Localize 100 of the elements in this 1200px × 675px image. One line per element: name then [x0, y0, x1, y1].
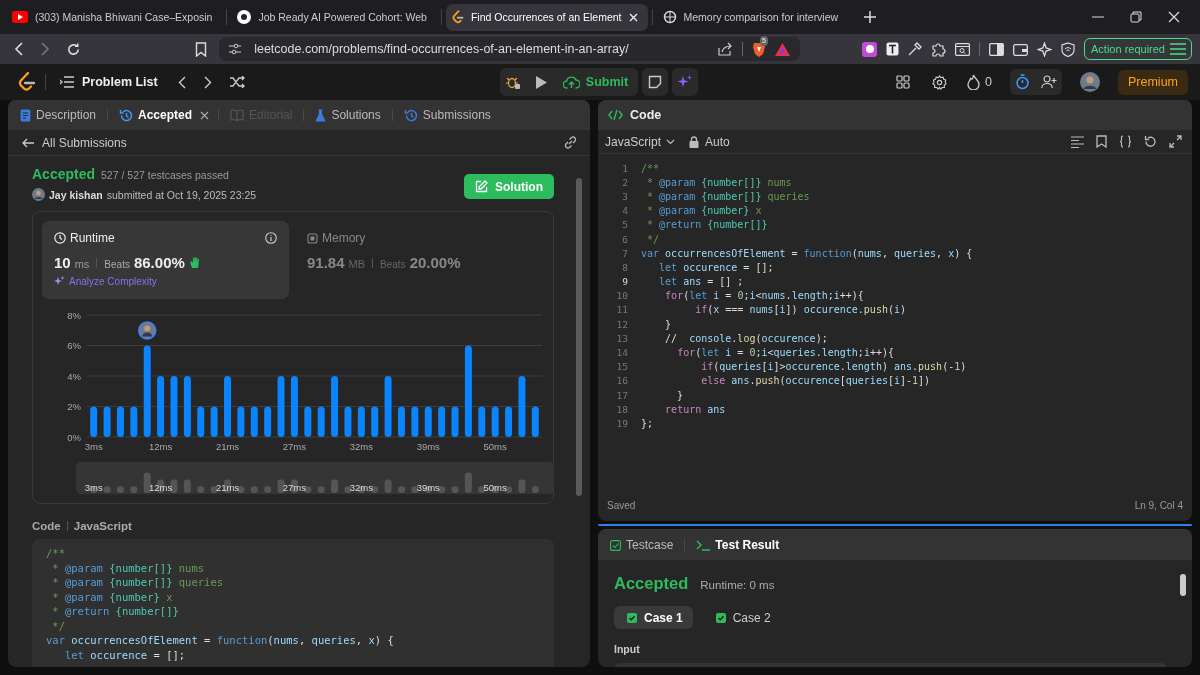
metric-value: 91.84 — [307, 254, 345, 271]
settings-icon[interactable] — [932, 74, 948, 90]
code-line: /** — [641, 162, 660, 174]
browser-tab[interactable]: Job Ready AI Powered Cohort: Web — [231, 3, 437, 31]
case-tab[interactable]: Case 1 — [614, 606, 693, 629]
panel-tab[interactable]: Submissions — [401, 108, 493, 122]
bar[interactable] — [103, 406, 111, 437]
bar[interactable] — [357, 406, 365, 437]
bar[interactable] — [478, 406, 486, 437]
problem-list-button[interactable]: Problem List — [60, 75, 158, 89]
bar[interactable] — [277, 376, 285, 437]
bar[interactable] — [290, 376, 298, 437]
bookmark-icon[interactable] — [1096, 135, 1107, 148]
bar[interactable] — [250, 406, 258, 437]
panel-tab[interactable]: Description — [18, 108, 99, 122]
bar[interactable] — [210, 406, 218, 437]
bookmark-icon[interactable] — [195, 41, 208, 57]
expand-icon[interactable] — [1169, 135, 1182, 148]
code-line: if(x === nums[i]) occurence.push(i) — [694, 304, 907, 316]
case-tab[interactable]: Case 2 — [702, 606, 781, 629]
panel-tab[interactable]: Solutions — [313, 108, 383, 122]
format-icon[interactable] — [1071, 135, 1084, 148]
avatar[interactable] — [1080, 72, 1100, 92]
eyedropper-icon[interactable] — [908, 42, 922, 56]
bar[interactable] — [264, 406, 272, 437]
bar[interactable] — [518, 376, 526, 437]
bar[interactable] — [424, 406, 432, 437]
bar[interactable] — [344, 406, 352, 437]
bar[interactable] — [331, 376, 339, 437]
browser-tab[interactable]: Find Occurrences of an Element — [445, 3, 648, 31]
action-required-button[interactable]: Action required — [1084, 38, 1192, 60]
bar[interactable] — [197, 406, 205, 437]
panel-title: Code — [630, 108, 662, 122]
extension-icon[interactable] — [862, 41, 877, 57]
forward-icon[interactable] — [40, 42, 50, 56]
braces-icon[interactable] — [1119, 135, 1132, 148]
bar[interactable] — [371, 406, 379, 437]
window-search-icon[interactable] — [955, 42, 970, 56]
close-icon[interactable] — [200, 110, 210, 120]
bar[interactable] — [183, 376, 191, 437]
bar[interactable] — [464, 345, 472, 437]
layout-icon[interactable] — [896, 75, 911, 89]
language-dropdown[interactable]: JavaScript — [605, 134, 676, 149]
lock-icon — [689, 135, 700, 148]
vpn-icon[interactable] — [1061, 41, 1075, 57]
bar[interactable] — [90, 406, 98, 437]
previous-icon[interactable] — [177, 75, 186, 89]
bar[interactable] — [143, 345, 151, 437]
bar[interactable] — [170, 376, 178, 437]
terminal-icon — [696, 539, 711, 551]
note-button[interactable] — [642, 68, 669, 96]
logo-icon[interactable] — [18, 72, 35, 92]
bar[interactable] — [531, 406, 539, 437]
bar[interactable] — [451, 406, 459, 437]
bar[interactable] — [130, 406, 138, 437]
bar[interactable] — [157, 376, 165, 437]
bar[interactable] — [384, 376, 392, 437]
browser-tab[interactable]: Memory comparison for interview — [656, 3, 849, 31]
bar[interactable] — [398, 406, 405, 437]
tune-icon[interactable] — [229, 43, 242, 55]
info-icon[interactable] — [265, 232, 277, 244]
reload-icon[interactable] — [66, 41, 81, 57]
reset-icon[interactable] — [1144, 135, 1157, 148]
share-icon[interactable] — [718, 42, 733, 56]
panel-tab[interactable]: Testcase — [608, 538, 676, 552]
bar[interactable] — [491, 406, 499, 437]
text-icon[interactable] — [886, 42, 899, 56]
range-selector[interactable]: 3ms 12ms 21ms 27ms 32ms 39ms 50ms — [76, 462, 554, 494]
bar[interactable] — [116, 406, 124, 437]
metric-card[interactable]: Runtime 10 ms Beats 86.00% Analyze Complexity — [42, 221, 289, 299]
restore-icon[interactable] — [1130, 11, 1142, 23]
sparkle-icon[interactable] — [1037, 41, 1052, 57]
bar[interactable] — [438, 406, 446, 437]
bar[interactable] — [237, 406, 245, 437]
back-link[interactable]: All Submissions — [22, 135, 127, 150]
wallet-icon[interactable] — [1013, 42, 1028, 56]
shuffle-icon[interactable] — [229, 76, 245, 88]
premium-button[interactable]: Premium — [1118, 69, 1188, 95]
bar[interactable] — [317, 406, 325, 437]
streak-counter[interactable]: 0 — [967, 74, 992, 90]
triangle-icon[interactable] — [775, 42, 790, 56]
browser-tab[interactable]: (303) Manisha Bhiwani Case–Exposin — [6, 3, 223, 31]
puzzle-icon[interactable] — [931, 41, 946, 57]
metric-card[interactable]: Memory 91.84 MB Beats 20.00% — [295, 221, 542, 299]
ai-button[interactable] — [672, 68, 699, 96]
back-icon[interactable] — [14, 42, 24, 56]
link-icon[interactable] — [563, 135, 578, 150]
author-link[interactable]: Jay kishan — [49, 188, 103, 201]
auto-mode-toggle[interactable]: Auto — [689, 134, 730, 149]
chip-icon — [307, 232, 318, 244]
next-icon[interactable] — [203, 75, 212, 89]
panel-tab[interactable]: Test Result — [694, 538, 782, 552]
sidebar-icon[interactable] — [989, 42, 1004, 56]
line-number: 16 — [615, 375, 628, 387]
panel-tab[interactable]: Accepted — [117, 108, 195, 122]
bar[interactable] — [505, 406, 513, 437]
bar[interactable] — [411, 406, 419, 437]
edit-icon — [475, 180, 488, 193]
bar[interactable] — [304, 406, 312, 437]
shield-icon[interactable] — [752, 41, 766, 57]
